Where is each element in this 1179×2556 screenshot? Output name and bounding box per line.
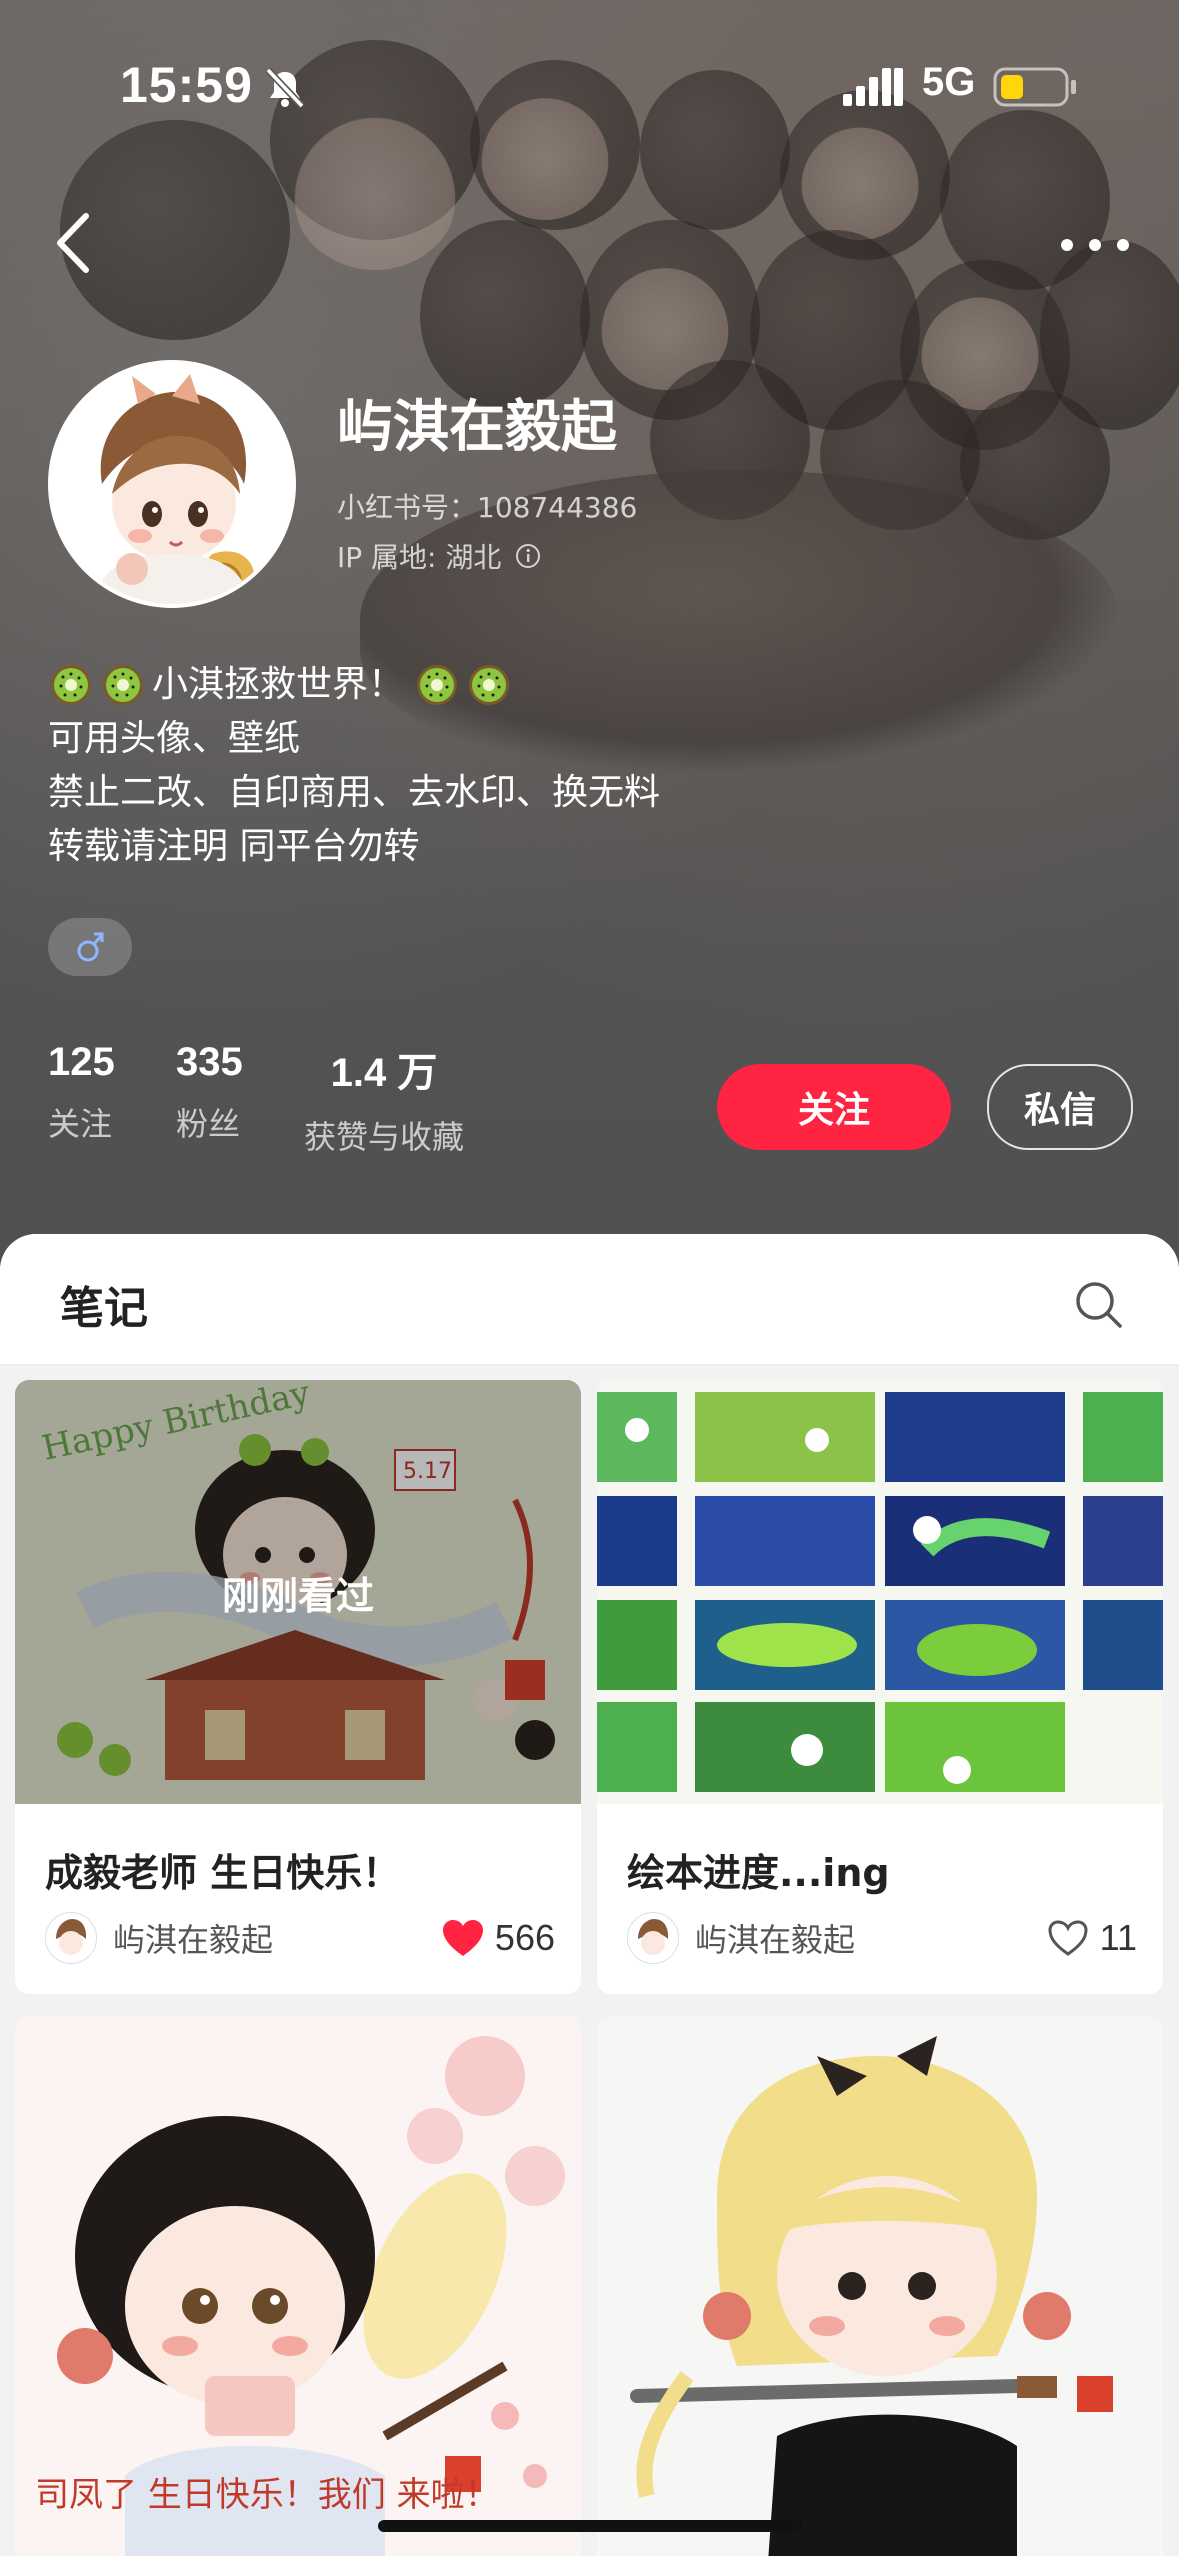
like-button[interactable]: 566: [441, 1917, 555, 1959]
note-title: 成毅老师 生日快乐！: [45, 1851, 401, 1895]
network-label: 5G: [922, 60, 976, 104]
kiwi-icon: [51, 665, 91, 705]
ip-location: IP 属地: 湖北: [337, 536, 541, 576]
heart-filled-icon: [442, 1920, 483, 1956]
like-button[interactable]: 11: [1046, 1917, 1137, 1959]
stat-label: 粉丝: [176, 1105, 241, 1143]
status-time: 15:59: [120, 57, 253, 113]
note-card[interactable]: 司凤了 生日快乐！我们 来啦！: [15, 2016, 581, 2556]
bio-line: 禁止二改、自印商用、去水印、换无料: [48, 772, 661, 813]
avatar-illustration: [52, 364, 292, 604]
note-cover-image: [597, 1380, 1163, 1804]
author-avatar: [45, 1912, 97, 1964]
signal-icon: [843, 68, 903, 106]
search-icon[interactable]: [1072, 1278, 1124, 1330]
note-meta: 屿淇在毅起 11: [627, 1910, 1137, 1966]
stat-label: 关注: [48, 1105, 113, 1143]
status-bar: 15:59 5G: [0, 0, 1179, 160]
stat-followers[interactable]: 335 粉丝: [176, 1040, 243, 1145]
bell-muted-icon: [265, 67, 305, 109]
follow-button[interactable]: 关注: [717, 1064, 951, 1150]
stat-number: 125: [48, 1040, 115, 1084]
stat-likes-collects[interactable]: 1.4 万 获赞与收藏: [304, 1040, 464, 1158]
message-button[interactable]: 私信: [987, 1064, 1133, 1150]
note-cover-image: Happy Birthday 5.17 刚刚看过: [15, 1380, 581, 1804]
author-avatar: [627, 1912, 679, 1964]
note-card[interactable]: 绘本进度...ing 屿淇在毅起 11: [597, 1380, 1163, 1994]
kiwi-icon: [469, 665, 510, 705]
gender-tag: [48, 918, 132, 976]
notes-tabbar: 笔记: [0, 1234, 1179, 1366]
back-icon[interactable]: [48, 208, 98, 278]
bio-line: 可用头像、壁纸: [48, 718, 301, 759]
note-card[interactable]: [597, 2016, 1163, 2556]
stat-number: 1.4 万: [330, 1051, 438, 1095]
note-meta: 屿淇在毅起 566: [45, 1910, 555, 1966]
kiwi-icon: [417, 665, 458, 705]
note-cover-image: 司凤了 生日快乐！我们 来啦！: [15, 2016, 581, 2556]
note-title: 绘本进度...ing: [627, 1851, 890, 1895]
illustration-lettering: 司凤了 生日快乐！我们 来啦！: [35, 2475, 499, 2515]
stat-following[interactable]: 125 关注: [48, 1040, 115, 1145]
like-count: 566: [494, 1917, 555, 1958]
home-indicator[interactable]: [378, 2520, 802, 2532]
author-name: 屿淇在毅起: [695, 1921, 856, 1959]
user-id[interactable]: 小红书号：108744386: [337, 486, 637, 526]
avatar[interactable]: [48, 360, 296, 608]
note-cover-image: [597, 2016, 1163, 2556]
notes-panel: 笔记 Happy Birthday 5.17 刚刚看过 成毅老师 生日快乐！ 屿…: [0, 1234, 1179, 2556]
heart-outline-icon: [1048, 1920, 1088, 1956]
author-name: 屿淇在毅起: [113, 1921, 274, 1959]
chibi-warrior-illustration: [597, 2016, 1163, 2556]
male-icon: [77, 932, 104, 962]
more-icon[interactable]: [1055, 230, 1135, 260]
username: 屿淇在毅起: [337, 395, 617, 460]
ip-location-text: IP 属地: 湖北: [337, 541, 502, 574]
kiwi-icon: [103, 665, 143, 705]
bio: 小淇拯救世界！ 可用头像、壁纸 禁止二改、自印商用、去水印、换无料 转载请注明 …: [48, 658, 660, 874]
bio-line: 转载请注明 同平台勿转: [48, 826, 420, 867]
note-card[interactable]: Happy Birthday 5.17 刚刚看过 成毅老师 生日快乐！ 屿淇在毅…: [15, 1380, 581, 1994]
chibi-illustration: 司凤了 生日快乐！我们 来啦！: [15, 2016, 581, 2556]
profile-header: 15:59 5G 屿淇在毅起 小红书号：108744386 IP 属地: 湖北 …: [0, 0, 1179, 1290]
picturebook-storyboard: [597, 1380, 1163, 1804]
stat-number: 335: [176, 1040, 243, 1084]
stat-label: 获赞与收藏: [304, 1118, 465, 1156]
info-icon[interactable]: [515, 543, 541, 569]
bio-line: 小淇拯救世界！: [48, 658, 660, 712]
tab-notes[interactable]: 笔记: [60, 1272, 148, 1336]
like-count: 11: [1099, 1917, 1137, 1958]
battery-low-power-icon: [993, 67, 1076, 107]
bio-text: 小淇拯救世界！: [152, 664, 405, 705]
recently-viewed-badge: 刚刚看过: [15, 1380, 581, 1804]
